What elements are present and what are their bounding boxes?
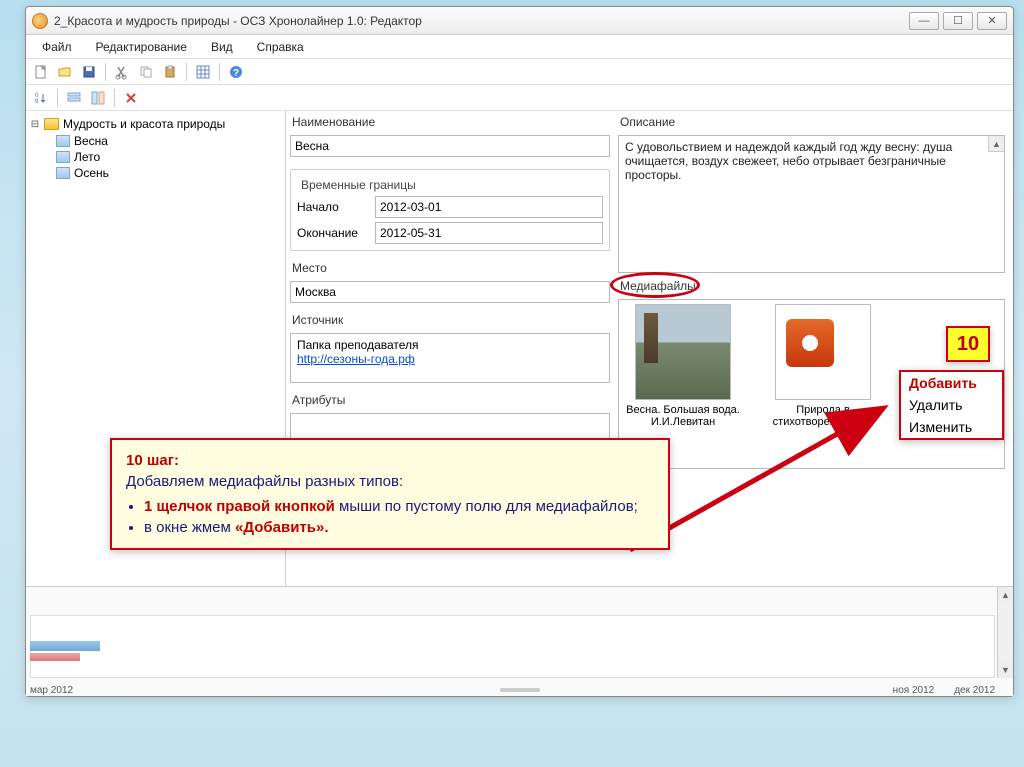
description-box[interactable]: С удовольствием и надеждой каждый год жд…: [618, 135, 1005, 273]
scroll-up-icon[interactable]: ▲: [988, 136, 1004, 152]
minimize-button[interactable]: —: [909, 12, 939, 30]
start-input[interactable]: [375, 196, 603, 218]
sort-button[interactable]: 09: [30, 87, 52, 109]
tree-item-label: Осень: [74, 166, 109, 180]
timebounds-group: Временные границы Начало Окончание: [290, 169, 610, 251]
scroll-up-icon[interactable]: ▲: [998, 587, 1013, 603]
tree-item-leto[interactable]: Лето: [56, 149, 281, 165]
svg-text:?: ?: [233, 68, 239, 79]
callout-bullet1-rest: мыши: [335, 498, 385, 515]
source-box[interactable]: Папка преподавателя http://сезоны-года.р…: [290, 333, 610, 383]
menubar: Файл Редактирование Вид Справка: [26, 35, 1013, 59]
timeline-scrollbar[interactable]: ▲ ▼: [997, 587, 1013, 678]
end-input[interactable]: [375, 222, 603, 244]
open-button[interactable]: [54, 61, 76, 83]
timeline-tick: дек 2012: [954, 685, 995, 696]
callout-main: Добавляем медиафайлы разных типов:: [126, 473, 403, 490]
collapse-icon[interactable]: ⊟: [30, 119, 40, 130]
timeline-tick: мар 2012: [30, 685, 73, 696]
media-item-1[interactable]: Весна. Большая вода. И.И.Левитан: [623, 304, 743, 428]
svg-text:9: 9: [35, 99, 39, 105]
cards-button[interactable]: [87, 87, 109, 109]
sub-toolbar: 09: [26, 85, 1013, 111]
timeline-bar[interactable]: [30, 641, 100, 651]
collapse-button[interactable]: [63, 87, 85, 109]
copy-button[interactable]: [135, 61, 157, 83]
event-icon: [56, 167, 70, 179]
source-link[interactable]: http://сезоны-года.рф: [297, 352, 415, 366]
help-button[interactable]: ?: [225, 61, 247, 83]
callout-bullet1-bold: 1 щелчок правой кнопкой: [144, 498, 335, 515]
timeline-body[interactable]: [30, 615, 995, 678]
resize-grip-icon[interactable]: [500, 688, 540, 692]
menu-edit[interactable]: Редактирование: [86, 37, 197, 57]
image-thumbnail-icon: [635, 304, 731, 400]
window-title: 2_Красота и мудрость природы - ОСЗ Хроно…: [54, 14, 422, 28]
new-button[interactable]: [30, 61, 52, 83]
menu-help[interactable]: Справка: [247, 37, 314, 57]
tree-item-label: Весна: [74, 134, 108, 148]
place-input[interactable]: [290, 281, 610, 303]
callout-bullet2-pre: в окне жмем: [144, 519, 235, 536]
app-icon: [32, 13, 48, 29]
attributes-label: Атрибуты: [290, 393, 610, 407]
menu-view[interactable]: Вид: [201, 37, 243, 57]
context-menu-delete[interactable]: Удалить: [901, 394, 1002, 416]
context-menu: Добавить Удалить Изменить: [899, 370, 1004, 440]
presentation-thumbnail-icon: [775, 304, 871, 400]
event-icon: [56, 151, 70, 163]
media-item-2[interactable]: Природа в стихотворениях рус: [763, 304, 883, 428]
close-button[interactable]: ✕: [977, 12, 1007, 30]
media-label: Медиафайлы: [618, 279, 1005, 293]
callout-bullet1-blue: по пустому полю для медиафайлов;: [385, 498, 638, 515]
folder-icon: [44, 118, 59, 130]
name-label: Наименование: [290, 115, 610, 129]
media-caption: Весна. Большая вода. И.И.Левитан: [623, 404, 743, 428]
timeline-tick: ноя 2012: [893, 685, 935, 696]
delete-button[interactable]: [120, 87, 142, 109]
instruction-callout: 10 шаг: Добавляем медиафайлы разных типо…: [110, 438, 670, 550]
save-button[interactable]: [78, 61, 100, 83]
menu-file[interactable]: Файл: [32, 37, 82, 57]
callout-bullet2-red: «Добавить».: [235, 519, 329, 536]
context-menu-edit[interactable]: Изменить: [901, 416, 1002, 438]
maximize-button[interactable]: ☐: [943, 12, 973, 30]
context-menu-add[interactable]: Добавить: [901, 372, 1002, 394]
timeline-pane: ▲ ▼ мар 2012 ноя 2012 дек 2012: [26, 586, 1013, 696]
place-label: Место: [290, 261, 610, 275]
callout-title: 10 шаг:: [126, 452, 179, 469]
media-caption: Природа в стихотворениях рус: [763, 404, 883, 428]
end-label: Окончание: [297, 226, 367, 240]
timebounds-title: Временные границы: [297, 178, 420, 192]
source-label: Источник: [290, 313, 610, 327]
name-input[interactable]: [290, 135, 610, 157]
app-window: 2_Красота и мудрость природы - ОСЗ Хроно…: [25, 6, 1014, 697]
tree-item-osen[interactable]: Осень: [56, 165, 281, 181]
titlebar: 2_Красота и мудрость природы - ОСЗ Хроно…: [26, 7, 1013, 35]
tree-root[interactable]: ⊟ Мудрость и красота природы: [30, 117, 281, 131]
tree-root-label: Мудрость и красота природы: [63, 117, 225, 131]
tree-item-vesna[interactable]: Весна: [56, 133, 281, 149]
description-label: Описание: [618, 115, 1005, 129]
scroll-down-icon[interactable]: ▼: [998, 662, 1013, 678]
description-text: С удовольствием и надеждой каждый год жд…: [625, 140, 952, 182]
source-text: Папка преподавателя: [297, 338, 603, 352]
tree-item-label: Лето: [74, 150, 100, 164]
start-label: Начало: [297, 200, 367, 214]
paste-button[interactable]: [159, 61, 181, 83]
main-toolbar: ?: [26, 59, 1013, 85]
timeline-bar[interactable]: [30, 653, 80, 661]
cut-button[interactable]: [111, 61, 133, 83]
step-badge: 10: [946, 326, 990, 362]
event-icon: [56, 135, 70, 147]
grid-button[interactable]: [192, 61, 214, 83]
